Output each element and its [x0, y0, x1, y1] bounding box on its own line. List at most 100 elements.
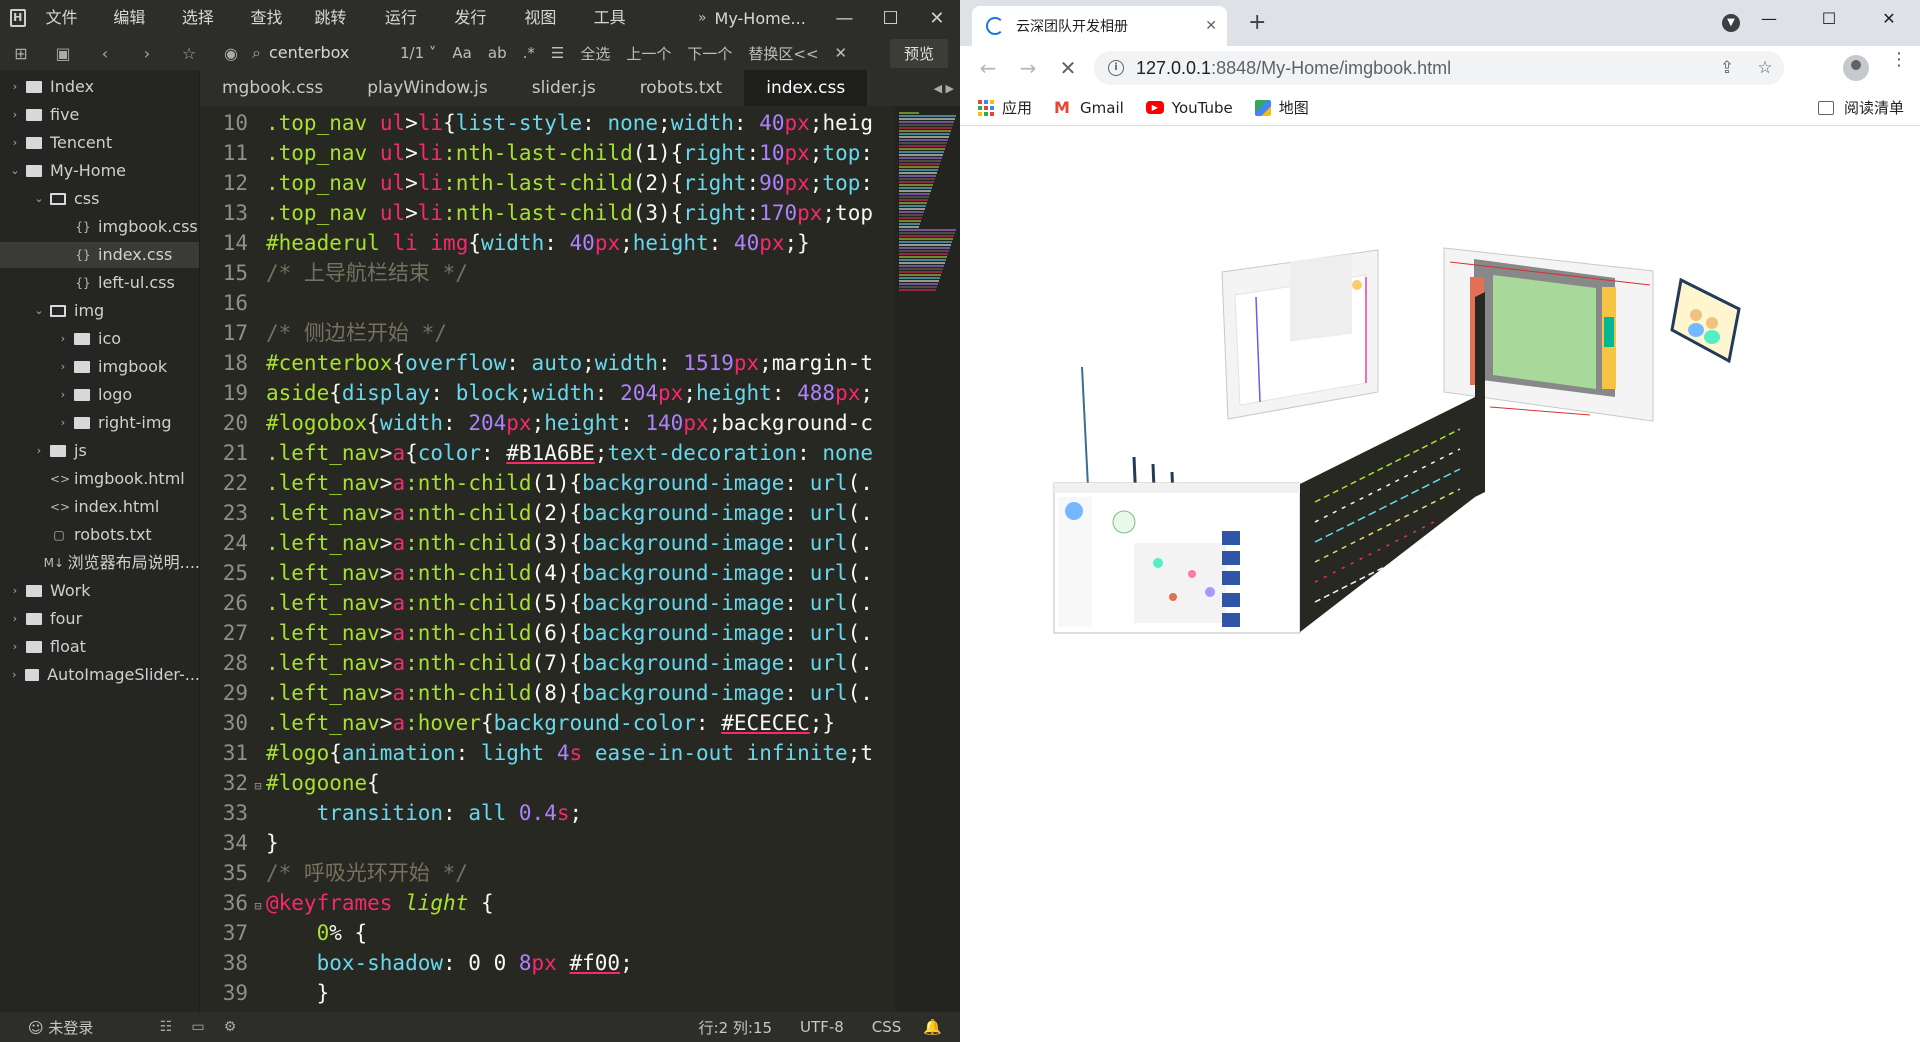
site-info-icon[interactable]: i: [1108, 60, 1124, 76]
chevron-right-icon[interactable]: ›: [32, 438, 46, 464]
profile-avatar[interactable]: [1843, 55, 1869, 81]
stop-loading-button[interactable]: ✕: [1048, 56, 1088, 80]
menu-publish[interactable]: 发行(U): [444, 0, 514, 63]
code-line[interactable]: 39 }: [200, 978, 895, 1008]
tab-close-icon[interactable]: ✕: [1205, 18, 1217, 34]
browser-tab[interactable]: 云深团队开发相册 ✕: [972, 6, 1227, 46]
code-line[interactable]: 12 .top_nav ul>li:nth-last-child(2){right…: [200, 168, 895, 198]
code-line[interactable]: 11 .top_nav ul>li:nth-last-child(1){right…: [200, 138, 895, 168]
chevron-right-icon[interactable]: ›: [56, 382, 70, 408]
close-find-icon[interactable]: ✕: [827, 44, 856, 62]
menu-goto[interactable]: 跳转(G): [304, 0, 375, 63]
code-line[interactable]: 10 .top_nav ul>li{list-style: none;width:…: [200, 108, 895, 138]
tree-item-img[interactable]: ⌄ img: [0, 298, 199, 324]
menu-run[interactable]: 运行(R): [375, 0, 444, 63]
album-photo-frame[interactable]: [1670, 277, 1741, 364]
browser-close-button[interactable]: ✕: [1860, 0, 1918, 36]
album-photo-back-left[interactable]: [1221, 249, 1379, 420]
plugin-icon[interactable]: ⚙: [214, 1019, 246, 1035]
code-line[interactable]: 14 #headerul li img{width: 40px;height: 4…: [200, 228, 895, 258]
code-line[interactable]: 13 .top_nav ul>li:nth-last-child(3){right…: [200, 198, 895, 228]
menu-find[interactable]: 查找(I): [241, 0, 305, 63]
chevron-down-icon[interactable]: ⌄: [8, 158, 22, 184]
tab-scroll-icon[interactable]: ◀ ▶: [934, 82, 960, 95]
bookmark-youtube[interactable]: ▶ YouTube: [1145, 99, 1233, 117]
code-line[interactable]: 26 .left_nav>a:nth-child(5){background-im…: [200, 588, 895, 618]
previous-match-button[interactable]: 上一个: [618, 43, 679, 64]
code-line[interactable]: 17 /* 侧边栏开始 */: [200, 318, 895, 348]
tree-item-float[interactable]: › float: [0, 634, 199, 660]
code-line[interactable]: 15 /* 上导航栏结束 */: [200, 258, 895, 288]
next-match-button[interactable]: 下一个: [679, 43, 740, 64]
chevron-right-icon[interactable]: ›: [56, 410, 70, 436]
file-encoding[interactable]: UTF-8: [800, 1018, 872, 1036]
match-case-icon[interactable]: Aa: [444, 44, 479, 62]
forward-icon[interactable]: ›: [126, 44, 168, 63]
chevron-right-icon[interactable]: ›: [8, 606, 22, 632]
bookmark-star-icon[interactable]: ☆: [1746, 58, 1784, 78]
chevron-right-icon[interactable]: ›: [56, 354, 70, 380]
tree-item-robots-txt[interactable]: ▢ robots.txt: [0, 522, 199, 548]
save-icon[interactable]: ▣: [42, 44, 84, 63]
code-line[interactable]: 21 .left_nav>a{color: #B1A6BE;text-decora…: [200, 438, 895, 468]
editor-tab[interactable]: index.css: [744, 70, 868, 106]
editor-tab[interactable]: mgbook.css: [200, 70, 345, 106]
more-menu-icon[interactable]: ⋮: [1890, 51, 1908, 69]
tree-item-css[interactable]: ⌄ css: [0, 186, 199, 212]
bookmark-maps[interactable]: 地图: [1254, 97, 1309, 118]
fold-icon[interactable]: ⊟: [250, 771, 266, 801]
editor-tab[interactable]: robots.txt: [618, 70, 745, 106]
code-line[interactable]: 30 .left_nav>a:hover{background-color: #E…: [200, 708, 895, 738]
tree-item-four[interactable]: › four: [0, 606, 199, 632]
fold-icon[interactable]: ⊟: [250, 891, 266, 921]
tree-item-work[interactable]: › Work: [0, 578, 199, 604]
tab-search-icon[interactable]: ▼: [1722, 14, 1740, 32]
album-photo-edge-left[interactable]: [1081, 366, 1089, 488]
minimap[interactable]: [895, 106, 960, 1012]
tree-item-tencent[interactable]: › Tencent: [0, 130, 199, 156]
tree-item-index[interactable]: › Index: [0, 74, 199, 100]
menu-view[interactable]: 视图(V): [514, 0, 583, 63]
code-line[interactable]: 20 #logobox{width: 204px;height: 140px;ba…: [200, 408, 895, 438]
chevron-right-icon[interactable]: ›: [8, 578, 22, 604]
tree-item-imgbook-html[interactable]: <> imgbook.html: [0, 466, 199, 492]
bookmark-apps[interactable]: 应用: [978, 97, 1032, 118]
tree-item-autoimageslider[interactable]: › AutoImageSlider-...: [0, 662, 199, 688]
run-icon[interactable]: ◉: [210, 44, 252, 63]
editor-tab[interactable]: playWindow.js: [345, 70, 509, 106]
align-icon[interactable]: ☰: [543, 44, 572, 62]
album-photo-front[interactable]: [1053, 482, 1301, 634]
code-line[interactable]: 28 .left_nav>a:nth-child(7){background-im…: [200, 648, 895, 678]
file-language[interactable]: CSS: [872, 1018, 924, 1036]
code-line[interactable]: 27 .left_nav>a:nth-child(6){background-im…: [200, 618, 895, 648]
code-line[interactable]: 24 .left_nav>a:nth-child(3){background-im…: [200, 528, 895, 558]
chevron-right-icon[interactable]: ›: [8, 662, 21, 688]
url-text[interactable]: 127.0.0.1:8848/My-Home/imgbook.html: [1136, 58, 1708, 79]
share-icon[interactable]: ⇪: [1708, 58, 1746, 78]
back-icon[interactable]: ‹: [84, 44, 126, 63]
menu-file[interactable]: 文件(F): [36, 0, 104, 63]
code-area[interactable]: 10 .top_nav ul>li{list-style: none;width:…: [200, 106, 895, 1012]
outline-icon[interactable]: ☷: [150, 1019, 182, 1035]
code-line[interactable]: 34}: [200, 828, 895, 858]
tree-item-five[interactable]: › five: [0, 102, 199, 128]
code-line[interactable]: 19 aside{display: block;width: 204px;heig…: [200, 378, 895, 408]
code-line[interactable]: 38 box-shadow: 0 0 8px #f00;: [200, 948, 895, 978]
close-button[interactable]: ✕: [914, 0, 960, 36]
new-file-icon[interactable]: ⊞: [0, 44, 42, 63]
tree-item-js[interactable]: › js: [0, 438, 199, 464]
minimize-button[interactable]: —: [821, 0, 867, 36]
code-line[interactable]: 36 ⊟ @keyframes light {: [200, 888, 895, 918]
chevron-right-icon[interactable]: ›: [8, 130, 22, 156]
replace-toggle-button[interactable]: 替换区<<: [740, 43, 826, 64]
code-line[interactable]: 29 .left_nav>a:nth-child(8){background-im…: [200, 678, 895, 708]
regex-icon[interactable]: .*: [515, 44, 543, 62]
login-status[interactable]: ☺ 未登录: [0, 1017, 150, 1038]
tree-item-my-home[interactable]: ⌄ My-Home: [0, 158, 199, 184]
chevron-down-icon[interactable]: ⌄: [32, 186, 46, 212]
select-all-button[interactable]: 全选: [572, 43, 618, 64]
code-line[interactable]: 18 #centerbox{overflow: auto;width: 1519p…: [200, 348, 895, 378]
back-button[interactable]: ←: [968, 56, 1008, 80]
code-line[interactable]: 37 0% {: [200, 918, 895, 948]
chevron-right-icon[interactable]: ›: [8, 74, 22, 100]
